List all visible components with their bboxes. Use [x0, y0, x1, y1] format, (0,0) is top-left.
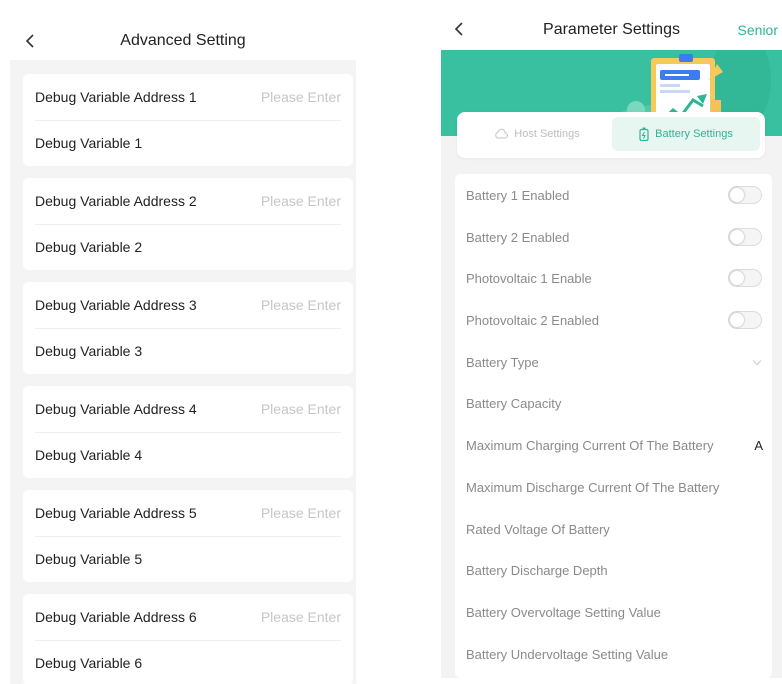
list-item-label: Battery Discharge Depth [466, 562, 608, 578]
parameter-settings-header: Parameter Settings Senior [441, 10, 782, 50]
debug-variable-label: Debug Variable 1 [35, 135, 143, 151]
list-item-label: Battery 1 Enabled [466, 187, 570, 203]
debug-variable-row: Debug Variable 5 [35, 536, 341, 582]
list-item-label: Battery 2 Enabled [466, 229, 570, 245]
list-item-label: Battery Undervoltage Setting Value [466, 646, 669, 662]
toggle-knob [730, 188, 744, 202]
list-item-label: Battery Type [466, 354, 539, 370]
list-item-overvoltage-setting[interactable]: Battery Overvoltage Setting Value [466, 597, 762, 627]
photovoltaic-1-enable-toggle[interactable] [728, 269, 762, 287]
debug-card-6: Debug Variable Address 6 Debug Variable … [23, 594, 353, 684]
debug-address-row: Debug Variable Address 4 [35, 386, 341, 433]
photovoltaic-2-enabled-toggle[interactable] [728, 311, 762, 329]
list-item-label: Battery Capacity [466, 395, 562, 411]
debug-address-row: Debug Variable Address 5 [35, 490, 341, 537]
debug-variable-row: Debug Variable 2 [35, 224, 341, 270]
debug-card-2: Debug Variable Address 2 Debug Variable … [23, 178, 353, 270]
list-item-label: Rated Voltage Of Battery [466, 521, 610, 537]
debug-address-row: Debug Variable Address 2 [35, 178, 341, 225]
battery-1-enabled-toggle[interactable] [728, 186, 762, 204]
debug-card-5: Debug Variable Address 5 Debug Variable … [23, 490, 353, 582]
debug-address-input[interactable] [245, 609, 341, 625]
debug-address-input[interactable] [245, 89, 341, 105]
senior-button[interactable]: Senior [738, 22, 778, 38]
list-item-label: Maximum Charging Current Of The Battery [466, 437, 714, 453]
list-item-battery-capacity[interactable]: Battery Capacity [466, 388, 762, 418]
debug-address-input[interactable] [245, 401, 341, 417]
advanced-setting-screen: Advanced Setting Debug Variable Address … [10, 10, 356, 684]
chevron-down-icon[interactable] [752, 359, 762, 366]
tab-label: Host Settings [514, 128, 580, 140]
list-item-battery-type[interactable]: Battery Type [466, 347, 762, 377]
debug-variable-label: Debug Variable 5 [35, 551, 143, 567]
debug-address-row: Debug Variable Address 1 [35, 74, 341, 121]
debug-variable-label: Debug Variable 3 [35, 343, 143, 359]
tab-battery-settings[interactable]: Battery Settings [612, 117, 760, 151]
debug-address-input[interactable] [245, 193, 341, 209]
debug-variable-label: Debug Variable 4 [35, 447, 143, 463]
unit-label: A [754, 437, 763, 453]
debug-address-label: Debug Variable Address 6 [35, 609, 197, 625]
list-item-label: Battery Overvoltage Setting Value [466, 604, 661, 620]
debug-variable-row: Debug Variable 1 [35, 120, 341, 166]
list-item-undervoltage-setting[interactable]: Battery Undervoltage Setting Value [466, 639, 762, 669]
debug-card-4: Debug Variable Address 4 Debug Variable … [23, 386, 353, 478]
advanced-setting-header: Advanced Setting [10, 10, 356, 60]
debug-address-input[interactable] [245, 297, 341, 313]
debug-address-row: Debug Variable Address 3 [35, 282, 341, 329]
debug-address-label: Debug Variable Address 4 [35, 401, 197, 417]
debug-variable-row: Debug Variable 4 [35, 432, 341, 478]
list-item-max-charging-current[interactable]: Maximum Charging Current Of The Battery … [466, 430, 763, 460]
debug-variable-label: Debug Variable 6 [35, 655, 143, 671]
debug-card-1: Debug Variable Address 1 Debug Variable … [23, 74, 353, 166]
battery-2-enabled-toggle[interactable] [728, 228, 762, 246]
page-title: Advanced Setting [120, 32, 246, 49]
debug-card-3: Debug Variable Address 3 Debug Variable … [23, 282, 353, 374]
battery-settings-list: Battery 1 Enabled Battery 2 Enabled Phot… [455, 174, 772, 678]
list-item-battery-2-enabled: Battery 2 Enabled [466, 222, 762, 252]
list-item-max-discharge-current[interactable]: Maximum Discharge Current Of The Battery [466, 472, 762, 502]
debug-variable-row: Debug Variable 6 [35, 640, 341, 684]
list-item-label: Photovoltaic 2 Enabled [466, 312, 599, 328]
battery-icon [639, 127, 649, 141]
tab-host-settings[interactable]: Host Settings [463, 117, 611, 151]
debug-address-row: Debug Variable Address 6 [35, 594, 341, 641]
debug-address-label: Debug Variable Address 3 [35, 297, 197, 313]
debug-variable-label: Debug Variable 2 [35, 239, 143, 255]
list-item-photovoltaic-2-enabled: Photovoltaic 2 Enabled [466, 305, 762, 335]
tab-label: Battery Settings [655, 128, 733, 140]
debug-address-input[interactable] [245, 505, 341, 521]
cloud-icon [495, 128, 509, 139]
debug-variable-row: Debug Variable 3 [35, 328, 341, 374]
list-item-discharge-depth[interactable]: Battery Discharge Depth [466, 555, 762, 585]
settings-tab-bar: Host Settings Battery Settings [457, 112, 765, 158]
list-item-photovoltaic-1-enable: Photovoltaic 1 Enable [466, 263, 762, 293]
toggle-knob [730, 313, 744, 327]
list-item-label: Photovoltaic 1 Enable [466, 270, 592, 286]
page-title: Parameter Settings [543, 21, 680, 38]
toggle-knob [730, 230, 744, 244]
list-item-label: Maximum Discharge Current Of The Battery [466, 479, 720, 495]
parameter-settings-screen: Parameter Settings Senior Host Settings … [441, 10, 782, 678]
debug-address-label: Debug Variable Address 5 [35, 505, 197, 521]
debug-address-label: Debug Variable Address 1 [35, 89, 197, 105]
debug-address-label: Debug Variable Address 2 [35, 193, 197, 209]
list-item-battery-1-enabled: Battery 1 Enabled [466, 180, 762, 210]
list-item-rated-voltage[interactable]: Rated Voltage Of Battery [466, 514, 762, 544]
toggle-knob [730, 271, 744, 285]
